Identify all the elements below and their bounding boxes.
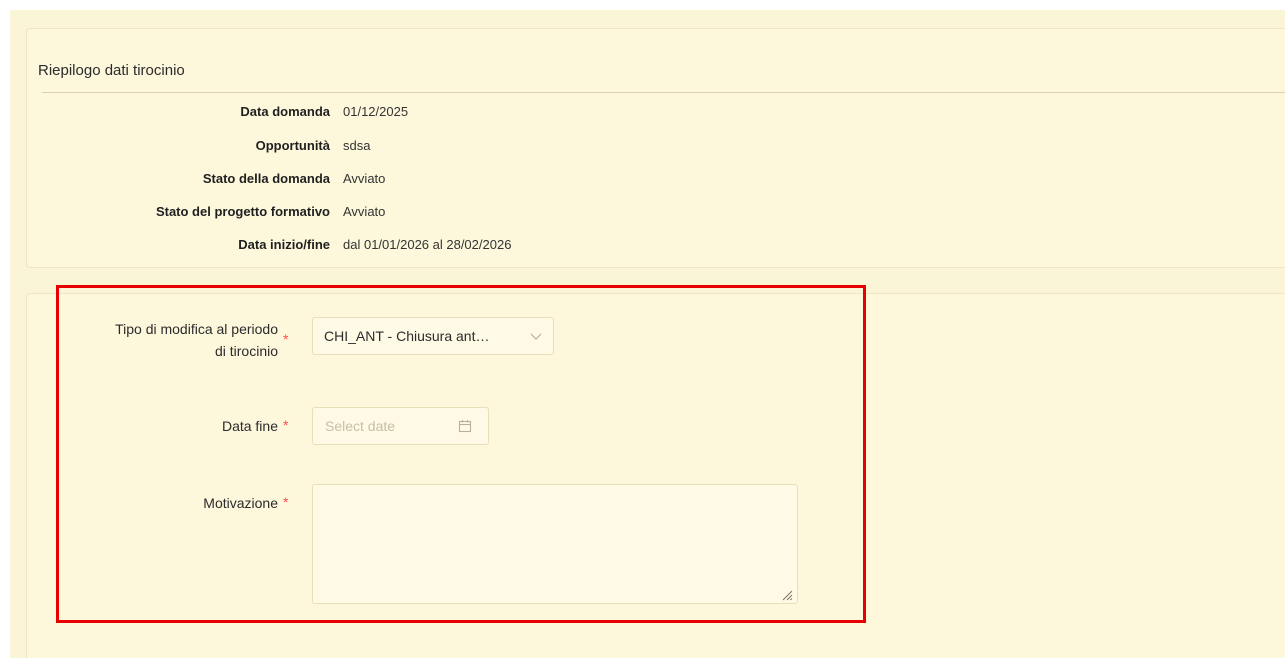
summary-row-stato-progetto: Stato del progetto formativo Avviato (0, 204, 900, 224)
summary-label: Stato della domanda (202, 171, 330, 186)
summary-row-opportunita: Opportunità sdsa (0, 138, 900, 158)
summary-label: Stato del progetto formativo (155, 204, 330, 219)
summary-value: 01/12/2025 (343, 104, 409, 119)
summary-label: Opportunità (255, 138, 330, 153)
summary-row-stato-domanda: Stato della domanda Avviato (0, 171, 900, 191)
summary-title: Riepilogo dati tirocinio (38, 62, 185, 79)
summary-row-data-inizio-fine: Data inizio/fine dal 01/01/2026 al 28/02… (0, 237, 900, 257)
highlight-box (56, 285, 866, 623)
summary-value: sdsa (343, 138, 371, 153)
summary-row-data-domanda: Data domanda 01/12/2025 (0, 104, 900, 124)
summary-label: Data inizio/fine (238, 237, 330, 252)
summary-label: Data domanda (240, 104, 330, 119)
summary-value: Avviato (343, 171, 386, 186)
summary-divider (42, 92, 1285, 93)
summary-value: dal 01/01/2026 al 28/02/2026 (343, 237, 512, 252)
summary-value: Avviato (343, 204, 386, 219)
